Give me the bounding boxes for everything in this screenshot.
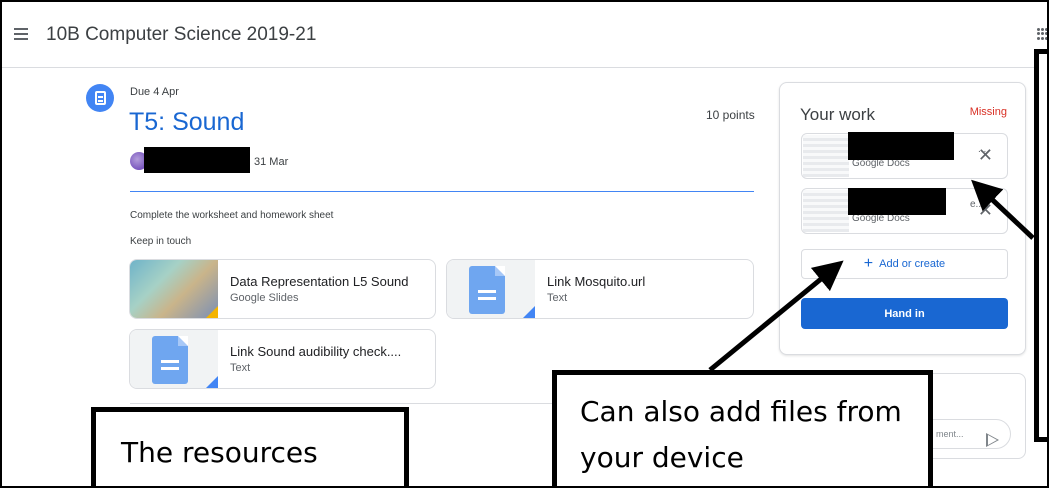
redacted-file-name <box>848 188 946 215</box>
hand-in-button[interactable]: Hand in <box>801 298 1008 329</box>
redacted-file-name <box>848 132 954 160</box>
remove-file-close-icon[interactable]: ✕ <box>978 146 993 164</box>
your-work-panel: Your work Missing ... Google Docs ✕ e...… <box>779 82 1026 355</box>
callout-resources: The resources <box>91 407 409 486</box>
top-bar: 10B Computer Science 2019-21 <box>2 2 1047 68</box>
assignment-note: Keep in touch <box>130 236 192 247</box>
redacted-teacher-name <box>144 147 250 173</box>
material-card-slides[interactable]: Data Representation L5 Sound Google Slid… <box>129 259 436 319</box>
material-name: Data Representation L5 Sound <box>230 274 409 289</box>
add-or-create-label: Add or create <box>879 258 946 270</box>
send-comment-button[interactable] <box>983 426 1007 447</box>
title-divider <box>130 191 754 192</box>
callout-resources-text: The resources <box>121 436 318 469</box>
due-date: Due 4 Apr <box>130 86 179 98</box>
text-file-icon <box>130 330 218 388</box>
class-title[interactable]: 10B Computer Science 2019-21 <box>46 24 316 46</box>
material-type: Text <box>547 292 568 304</box>
apps-grid-icon[interactable] <box>1037 28 1047 40</box>
posted-date: 31 Mar <box>254 156 289 168</box>
material-name: Link Sound audibility check.... <box>230 344 402 359</box>
material-type: Text <box>230 362 251 374</box>
material-type: Google Slides <box>230 292 299 304</box>
callout-right-box <box>1034 49 1047 442</box>
slides-thumbnail <box>130 260 218 318</box>
callout-files-text: Can also add files from your device <box>580 395 902 474</box>
material-name: Link Mosquito.url <box>547 274 646 289</box>
assignment-points: 10 points <box>706 108 755 122</box>
text-file-icon <box>447 260 535 318</box>
material-card-audibility[interactable]: Link Sound audibility check.... Text <box>129 329 436 389</box>
remove-file-close-icon[interactable]: ✕ <box>978 201 993 219</box>
plus-icon: + <box>863 255 874 272</box>
callout-add-files: Can also add files from your device <box>552 370 933 486</box>
assignment-icon <box>86 84 114 112</box>
file-thumbnail <box>803 190 849 232</box>
assignment-description: Complete the worksheet and homework shee… <box>130 210 334 221</box>
send-icon <box>986 433 999 447</box>
screenshot-frame: 10B Computer Science 2019-21 Due 4 Apr T… <box>0 0 1049 488</box>
work-status-badge: Missing <box>969 106 1007 118</box>
file-thumbnail <box>803 135 849 177</box>
your-work-title: Your work <box>800 105 875 124</box>
add-or-create-button[interactable]: + Add or create <box>801 249 1008 279</box>
assignment-title: T5: Sound <box>129 108 245 136</box>
hamburger-menu-icon[interactable] <box>14 28 28 40</box>
material-card-mosquito[interactable]: Link Mosquito.url Text <box>446 259 754 319</box>
